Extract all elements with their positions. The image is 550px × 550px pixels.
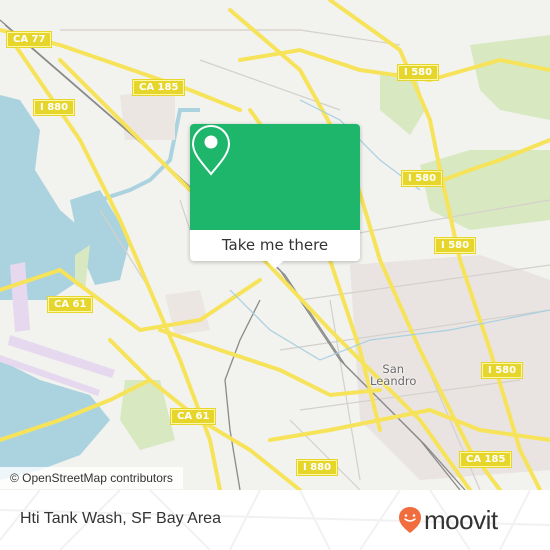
road-shield-i580: I 580 bbox=[433, 237, 477, 254]
popup-header bbox=[190, 124, 360, 230]
residential-area bbox=[165, 290, 210, 335]
footer-bar: Hti Tank Wash, SF Bay Area moovit bbox=[0, 490, 550, 550]
brand-name: moovit bbox=[424, 505, 498, 535]
location-popup: Take me there bbox=[190, 124, 360, 269]
road-shield-i580: I 580 bbox=[400, 170, 444, 187]
map-view[interactable]: CA 77 CA 185 I 880 I 580 I 580 I 580 I 5… bbox=[0, 0, 550, 490]
map-attribution[interactable]: © OpenStreetMap contributors bbox=[0, 467, 183, 489]
road-shield-i880: I 880 bbox=[295, 459, 339, 476]
runway bbox=[8, 335, 115, 378]
city-label-line2: Leandro bbox=[370, 374, 417, 388]
road-shield-ca61: CA 61 bbox=[46, 296, 94, 313]
moovit-logo[interactable]: moovit bbox=[398, 505, 498, 535]
moovit-pin-icon bbox=[399, 507, 421, 533]
road-shield-i880: I 880 bbox=[32, 99, 76, 116]
road-shield-ca185: CA 185 bbox=[131, 79, 186, 96]
park bbox=[470, 35, 550, 120]
city-label-san-leandro: San Leandro bbox=[370, 363, 416, 387]
road-shield-ca77: CA 77 bbox=[5, 31, 53, 48]
road-shield-i580: I 580 bbox=[480, 362, 524, 379]
road-shield-ca61: CA 61 bbox=[169, 408, 217, 425]
road-shield-i580: I 580 bbox=[396, 64, 440, 81]
map-pin-icon bbox=[191, 124, 231, 176]
popup-pointer bbox=[267, 261, 283, 269]
road-shield-ca185: CA 185 bbox=[458, 451, 513, 468]
place-name: Hti Tank Wash, SF Bay Area bbox=[20, 510, 221, 527]
take-me-there-button[interactable]: Take me there bbox=[190, 230, 360, 261]
